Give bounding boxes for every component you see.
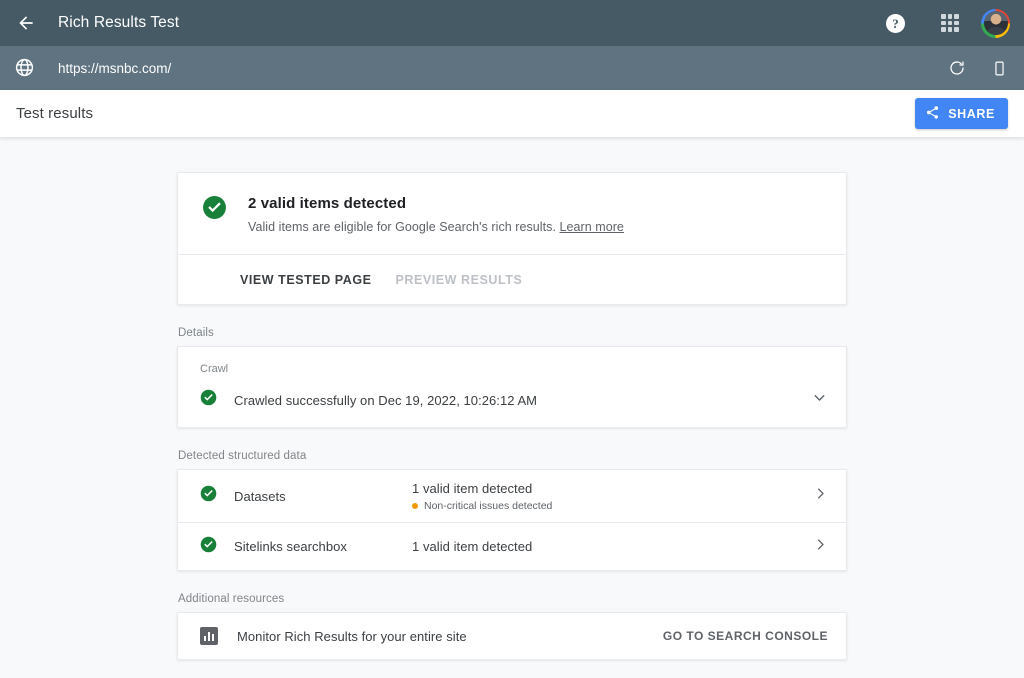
view-tested-page-button[interactable]: VIEW TESTED PAGE <box>240 273 372 287</box>
content-area: 2 valid items detected Valid items are e… <box>0 138 1024 678</box>
resource-text: Monitor Rich Results for your entire sit… <box>237 628 467 644</box>
summary-text: 2 valid items detected Valid items are e… <box>248 195 624 234</box>
apps-grid-icon[interactable] <box>941 14 959 32</box>
summary-card: 2 valid items detected Valid items are e… <box>177 172 847 305</box>
mobile-device-icon[interactable] <box>988 57 1010 79</box>
crawl-card: Crawl Crawled successfully on Dec 19, 20… <box>177 346 847 428</box>
details-section-label: Details <box>178 327 214 339</box>
results-header: Test results SHARE <box>0 90 1024 138</box>
structured-data-status-text: 1 valid item detected <box>412 539 533 554</box>
check-circle-icon <box>202 195 227 234</box>
app-title: Rich Results Test <box>58 14 180 31</box>
additional-resources-card: Monitor Rich Results for your entire sit… <box>177 612 847 660</box>
chevron-down-icon[interactable] <box>811 389 828 411</box>
globe-icon <box>14 57 36 79</box>
check-circle-icon <box>200 485 217 507</box>
preview-results-button[interactable]: PREVIEW RESULTS <box>396 273 523 287</box>
structured-data-card: Datasets 1 valid item detected Non-criti… <box>177 469 847 571</box>
crawl-row[interactable]: Crawled successfully on Dec 19, 2022, 10… <box>200 389 828 411</box>
summary-actions: VIEW TESTED PAGE PREVIEW RESULTS <box>178 254 846 304</box>
structured-data-section-label: Detected structured data <box>178 450 307 462</box>
url-bar: https://msnbc.com/ <box>0 46 1024 90</box>
check-circle-icon <box>200 536 217 558</box>
table-row[interactable]: Datasets 1 valid item detected Non-criti… <box>178 470 846 522</box>
structured-data-status: 1 valid item detected <box>412 539 813 554</box>
summary-subtitle-text: Valid items are eligible for Google Sear… <box>248 220 556 234</box>
structured-data-status: 1 valid item detected Non-critical issue… <box>412 481 813 512</box>
learn-more-link[interactable]: Learn more <box>560 220 624 234</box>
help-icon[interactable]: ? <box>886 13 905 33</box>
avatar[interactable] <box>981 8 1010 38</box>
app-bar: Rich Results Test ? <box>0 0 1024 46</box>
structured-data-name: Datasets <box>234 488 286 504</box>
table-row[interactable]: Sitelinks searchbox 1 valid item detecte… <box>178 522 846 570</box>
resource-row: Monitor Rich Results for your entire sit… <box>178 613 846 659</box>
crawl-status-text: Crawled successfully on Dec 19, 2022, 10… <box>234 392 538 408</box>
chevron-right-icon[interactable] <box>813 537 828 557</box>
crawl-label: Crawl <box>200 363 229 375</box>
share-button-label: SHARE <box>948 106 995 121</box>
share-icon <box>925 105 940 123</box>
back-arrow-icon[interactable] <box>14 11 38 35</box>
chevron-right-icon[interactable] <box>813 486 828 506</box>
url-input[interactable]: https://msnbc.com/ <box>58 61 926 76</box>
summary-subtitle: Valid items are eligible for Google Sear… <box>248 220 624 234</box>
share-button[interactable]: SHARE <box>915 98 1008 129</box>
avatar-photo <box>983 11 1008 35</box>
structured-data-issue: Non-critical issues detected <box>412 500 813 512</box>
summary-title: 2 valid items detected <box>248 195 407 212</box>
structured-data-issue-text: Non-critical issues detected <box>424 499 553 512</box>
content-wrap: 2 valid items detected Valid items are e… <box>177 172 847 660</box>
go-to-search-console-button[interactable]: GO TO SEARCH CONSOLE <box>663 629 828 643</box>
warning-dot-icon <box>412 502 418 509</box>
refresh-icon[interactable] <box>946 57 968 79</box>
bar-chart-icon <box>200 627 218 645</box>
additional-resources-section-label: Additional resources <box>178 593 285 605</box>
check-circle-icon <box>200 389 217 411</box>
summary-top: 2 valid items detected Valid items are e… <box>178 173 846 254</box>
page-title: Test results <box>16 105 94 122</box>
structured-data-status-text: 1 valid item detected <box>412 480 533 496</box>
structured-data-name: Sitelinks searchbox <box>234 539 347 554</box>
